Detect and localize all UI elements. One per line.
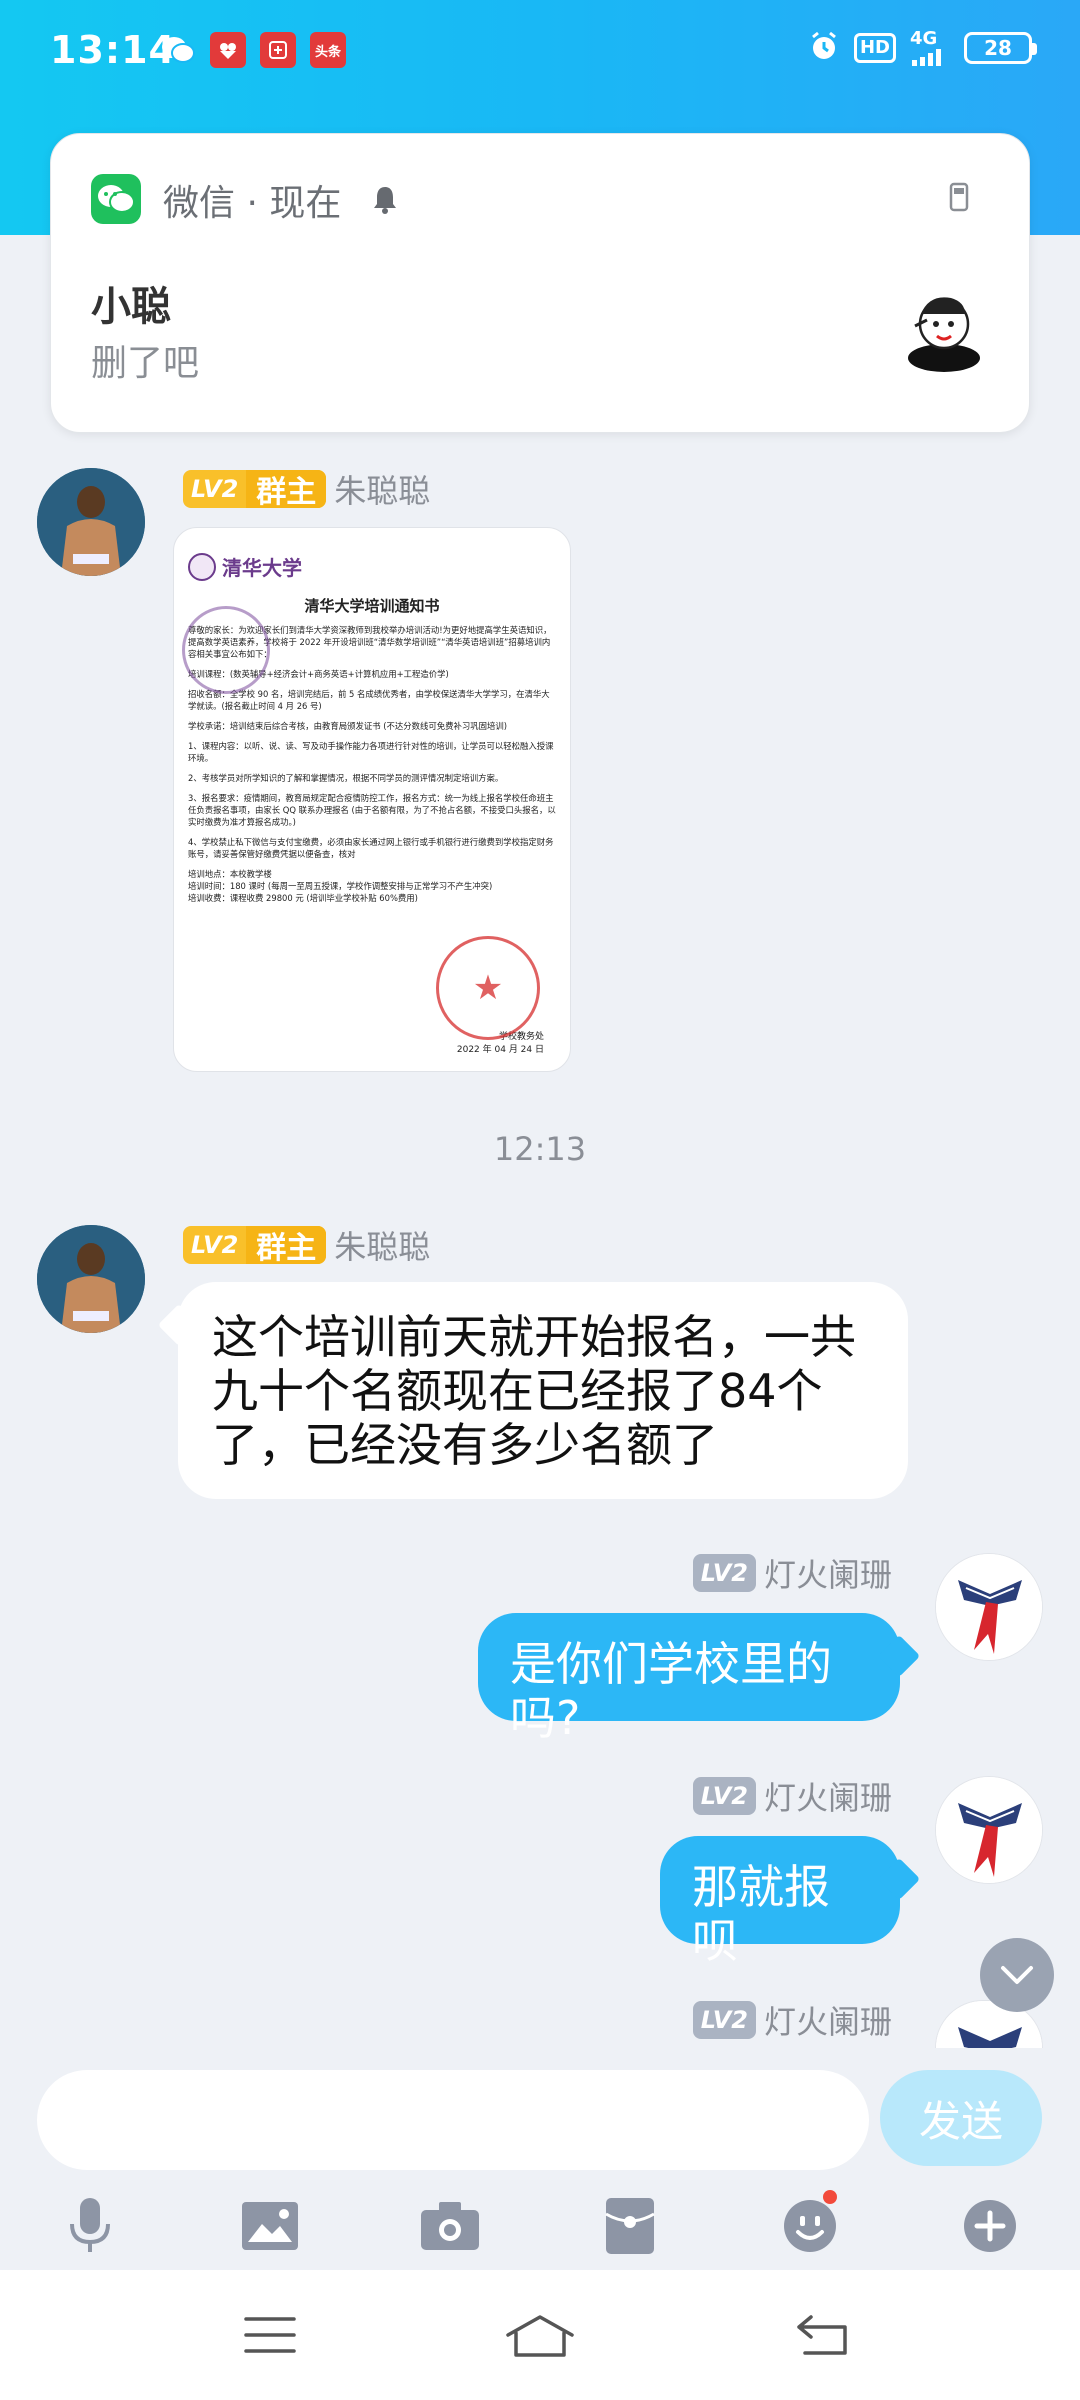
status-app-icons: 头条 xyxy=(160,32,346,68)
sender-line: LV2 灯火阑珊 xyxy=(692,1773,892,1819)
chevron-down-icon xyxy=(1001,1966,1033,1984)
level-badge: LV2 xyxy=(692,1777,756,1815)
wechat-app-icon xyxy=(91,174,141,224)
emoji-icon[interactable] xyxy=(765,2182,855,2270)
app-red-icon-1 xyxy=(210,32,246,68)
sender-name: 灯火阑珊 xyxy=(763,1556,892,1594)
doc-paragraph: 1、课程内容：以听、说、读、写及动手操作能力各项进行针对性的培训，让学员可以轻松… xyxy=(188,741,554,763)
notification-dot xyxy=(823,2190,837,2204)
message-line: 了，已经没有多少名额了 xyxy=(212,1418,718,1472)
hd-badge: HD xyxy=(853,33,896,63)
wechat-notification[interactable]: 微信 · 现在 小聪 删了吧 xyxy=(50,133,1030,433)
message-bubble-outgoing[interactable]: 是你们学校里的吗? xyxy=(478,1613,900,1745)
doc-paragraph: 培训地点：本校教学楼 xyxy=(188,869,272,879)
level-label: LV2 xyxy=(191,475,239,503)
input-toolbar xyxy=(0,2182,1080,2270)
signal-icon: 4G xyxy=(910,30,950,66)
sender-name: 灯火阑珊 xyxy=(763,1779,892,1817)
sender-line: LV2 群主 朱聪聪 xyxy=(183,466,430,512)
time-divider: 12:13 xyxy=(493,1130,587,1168)
sender-name: 朱聪聪 xyxy=(334,1228,431,1266)
message-line: 九十个名额现在已经报了84个 xyxy=(212,1364,823,1418)
level-owner-badge: LV2 群主 xyxy=(183,1226,327,1264)
avatar-denghuolanshan[interactable] xyxy=(935,1553,1043,1661)
battery-level: 28 xyxy=(984,36,1012,60)
red-seal-icon: ★ xyxy=(436,936,540,1040)
doc-paragraph: 培训收费：课程收费 29800 元 (培训毕业学校补贴 60%费用) xyxy=(188,893,418,903)
status-right: HD 4G 28 xyxy=(808,30,1037,66)
system-nav-bar xyxy=(0,2270,1080,2400)
message-bubble-incoming[interactable]: 这个培训前天就开始报名，一共 九十个名额现在已经报了84个 了，已经没有多少名额… xyxy=(178,1282,908,1499)
app-red-icon-2 xyxy=(260,32,296,68)
doc-paragraph: 招收名额：全学校 90 名，培训完结后，前 5 名成绩优秀者，由学校保送清华大学… xyxy=(188,689,550,711)
doc-paragraph: 4、学校禁止私下微信与支付宝缴费，必须由家长通过网上银行或手机银行进行缴费到学校… xyxy=(188,837,554,859)
status-time: 13:14 xyxy=(50,28,176,72)
sender-avatar xyxy=(899,284,989,374)
alarm-icon xyxy=(808,30,840,66)
plus-icon[interactable] xyxy=(945,2182,1035,2270)
doc-paragraph: 学校承诺：培训结束后综合考核，由教育局颁发证书 (不达分数线可免费补习巩固培训) xyxy=(188,721,508,731)
tsinghua-emblem-icon xyxy=(188,552,216,581)
battery-icon: 28 xyxy=(964,32,1037,64)
level-label: LV2 xyxy=(191,1231,239,1259)
camera-icon[interactable] xyxy=(405,2182,495,2270)
notification-app-name: 微信 · 现在 xyxy=(163,183,342,224)
logo-text: 清华大学 xyxy=(222,556,302,580)
owner-role-label: 群主 xyxy=(246,470,327,508)
toutiao-icon: 头条 xyxy=(310,32,346,68)
bell-icon xyxy=(371,184,399,218)
input-area: 发送 xyxy=(0,2048,1080,2270)
microphone-icon[interactable] xyxy=(45,2182,135,2270)
wechat-icon xyxy=(160,32,196,68)
message-text: 那就报呗 xyxy=(692,1860,830,1968)
notification-sender: 小聪 xyxy=(91,284,171,330)
image-icon[interactable] xyxy=(225,2182,315,2270)
status-bar: 13:14 头条 HD 4G 28 xyxy=(0,0,1080,100)
level-badge: LV2 xyxy=(692,2001,756,2039)
level-badge: LV2 xyxy=(692,1554,756,1592)
level-owner-badge: LV2 群主 xyxy=(183,470,327,508)
doc-paragraph: 2、考核学员对所学知识的了解和掌握情况，根据不同学员的测评情况制定培训方案。 xyxy=(188,773,504,783)
avatar-zhucongcong[interactable] xyxy=(37,468,145,576)
send-button[interactable]: 发送 xyxy=(880,2070,1042,2166)
menu-icon[interactable] xyxy=(225,2300,315,2370)
back-icon[interactable] xyxy=(778,2300,868,2370)
notification-message: 删了吧 xyxy=(91,343,200,384)
message-text: 是你们学校里的吗? xyxy=(510,1637,832,1745)
message-bubble-outgoing[interactable]: 那就报呗 xyxy=(660,1836,900,1968)
sender-line: LV2 群主 朱聪聪 xyxy=(183,1222,430,1268)
avatar-zhucongcong[interactable] xyxy=(37,1225,145,1333)
purple-seal-icon xyxy=(182,606,270,694)
avatar-denghuolanshan[interactable] xyxy=(935,1776,1043,1884)
seal-star-icon: ★ xyxy=(472,968,504,1008)
doc-paragraph: 培训时间：180 课时 (每周一至周五授课，学校作调整安排与正常学习不产生冲突) xyxy=(188,881,493,891)
doc-paragraph: 3、报名要求：疫情期间，教育局规定配合疫情防控工作，报名方式：统一为线上报名学校… xyxy=(188,793,556,827)
sender-line: LV2 灯火阑珊 xyxy=(692,1997,892,2043)
network-label: 4G xyxy=(910,28,938,49)
message-line: 这个培训前天就开始报名，一共 xyxy=(212,1310,856,1364)
owner-role-label: 群主 xyxy=(246,1226,327,1264)
sign-date: 2022 年 04 月 24 日 xyxy=(456,1045,544,1055)
phone-icon xyxy=(949,182,969,216)
home-icon[interactable] xyxy=(495,2300,585,2370)
sender-name: 朱聪聪 xyxy=(334,472,431,510)
sender-name: 灯火阑珊 xyxy=(763,2003,892,2041)
sender-line: LV2 灯火阑珊 xyxy=(692,1550,892,1596)
image-message[interactable]: 清华大学 清华大学培训通知书 尊敬的家长：为欢迎家长们到清华大学资深教师到我校举… xyxy=(173,527,571,1072)
scroll-to-bottom-button[interactable] xyxy=(980,1938,1054,2012)
red-packet-icon[interactable] xyxy=(585,2182,675,2270)
message-input[interactable] xyxy=(37,2070,869,2170)
tsinghua-logo: 清华大学 xyxy=(188,552,556,581)
